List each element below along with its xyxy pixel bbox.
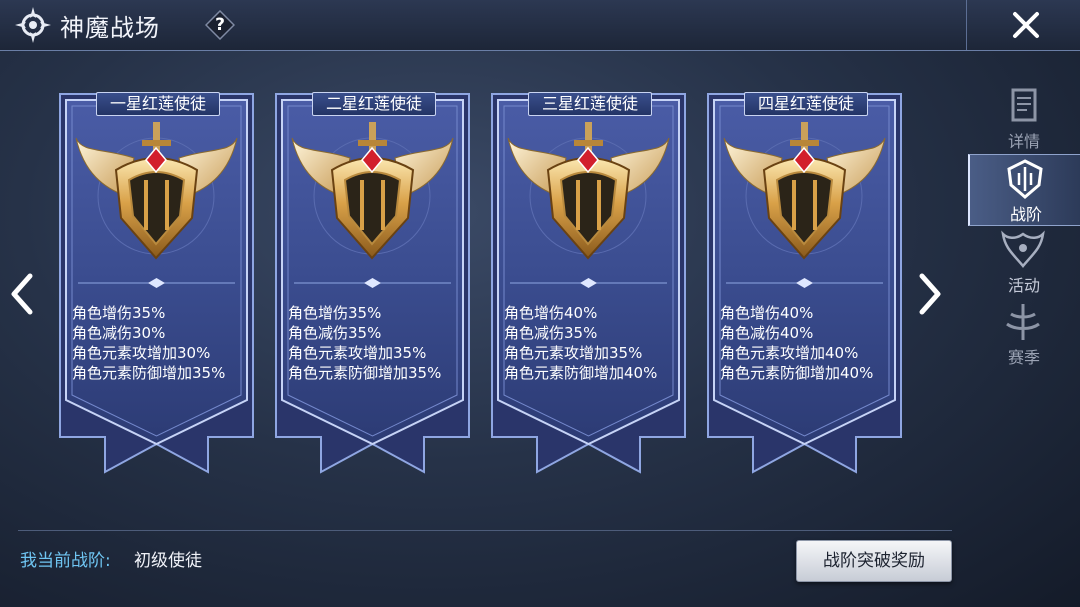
rank-emblem-icon — [291, 122, 454, 260]
stat-line: 角色元素攻增加35% — [288, 344, 427, 362]
prev-arrow-icon[interactable] — [6, 270, 36, 318]
current-rank-value: 初级使徒 — [134, 551, 202, 571]
rank-crest-icon — [1007, 159, 1043, 199]
help-button[interactable]: ? — [204, 9, 236, 41]
help-label: ? — [215, 15, 225, 35]
footer-divider — [18, 530, 952, 531]
stat-line: 角色增伤40% — [720, 304, 814, 322]
stat-line: 角色减伤35% — [504, 324, 598, 342]
stat-line: 角色增伤35% — [288, 304, 382, 322]
stat-line: 角色元素攻增加30% — [72, 344, 211, 362]
side-tabs: 详情 战阶 活动 赛季 — [968, 82, 1080, 372]
tab-label: 详情 — [1007, 132, 1040, 151]
ornament-divider — [726, 278, 883, 288]
stat-list: 角色增伤40% 角色减伤35% 角色元素攻增加35% 角色元素防御增加40% — [504, 303, 684, 383]
tab-events[interactable]: 活动 — [968, 226, 1080, 296]
tab-details[interactable]: 详情 — [968, 82, 1080, 152]
stat-line: 角色元素攻增加40% — [720, 344, 859, 362]
card-title: 二星红莲使徒 — [312, 92, 436, 116]
tab-season[interactable]: 赛季 — [968, 298, 1080, 368]
card-title: 一星红莲使徒 — [96, 92, 220, 116]
rank-card-4[interactable]: 四星红莲使徒 角色增伤40% 角色减伤40% 角色元素攻增加40% 角色元素防御增加4… — [706, 92, 903, 482]
stat-line: 角色元素防御增加40% — [720, 364, 874, 382]
tab-label: 赛季 — [1007, 348, 1040, 367]
stat-line: 角色元素防御增加35% — [288, 364, 442, 382]
stat-line: 角色元素防御增加35% — [72, 364, 226, 382]
stat-line: 角色增伤35% — [72, 304, 166, 322]
rank-breakthrough-reward-button[interactable]: 战阶突破奖励 — [796, 540, 952, 582]
ornament-divider — [294, 278, 451, 288]
close-icon[interactable] — [1007, 6, 1045, 44]
season-crest-icon — [1006, 304, 1040, 340]
rank-emblem-icon — [507, 122, 670, 260]
rank-emblem-icon — [75, 122, 238, 260]
rank-card-2[interactable]: 二星红莲使徒 角色增伤35% 角色减伤35% 角色元素攻增加35% 角色元素防御增加3… — [274, 92, 471, 482]
stat-list: 角色增伤40% 角色减伤40% 角色元素攻增加40% 角色元素防御增加40% — [720, 303, 900, 383]
current-rank-label: 我当前战阶: — [20, 551, 111, 571]
stat-line: 角色元素防御增加40% — [504, 364, 658, 382]
rank-card-1[interactable]: 一星红莲使徒 角色增伤35% 角色减伤30% 角色元素攻增加30% 角色元素防御增加3… — [58, 92, 255, 482]
stat-line: 角色减伤35% — [288, 324, 382, 342]
stat-line: 角色元素攻增加35% — [504, 344, 643, 362]
stat-line: 角色减伤30% — [72, 324, 166, 342]
stat-line: 角色增伤40% — [504, 304, 598, 322]
top-bar: 神魔战场 ? — [0, 0, 1080, 51]
ornament-divider — [78, 278, 235, 288]
stat-line: 角色减伤40% — [720, 324, 814, 342]
page-title: 神魔战场 — [60, 14, 160, 42]
close-area — [966, 0, 1080, 50]
tab-label: 活动 — [1007, 276, 1040, 295]
compass-logo-icon — [15, 7, 51, 43]
rank-emblem-icon — [723, 122, 886, 260]
card-title: 四星红莲使徒 — [744, 92, 868, 116]
event-crest-icon — [1001, 230, 1045, 268]
ornament-divider — [510, 278, 667, 288]
scroll-icon — [1011, 88, 1037, 122]
card-title: 三星红莲使徒 — [528, 92, 652, 116]
rank-card-3[interactable]: 三星红莲使徒 角色增伤40% 角色减伤35% 角色元素攻增加35% 角色元素防御增加4… — [490, 92, 687, 482]
stat-list: 角色增伤35% 角色减伤35% 角色元素攻增加35% 角色元素防御增加35% — [288, 303, 468, 383]
next-arrow-icon[interactable] — [916, 270, 946, 318]
tab-rank[interactable]: 战阶 — [968, 154, 1080, 226]
stat-list: 角色增伤35% 角色减伤30% 角色元素攻增加30% 角色元素防御增加35% — [72, 303, 252, 383]
tab-label: 战阶 — [1009, 205, 1042, 224]
